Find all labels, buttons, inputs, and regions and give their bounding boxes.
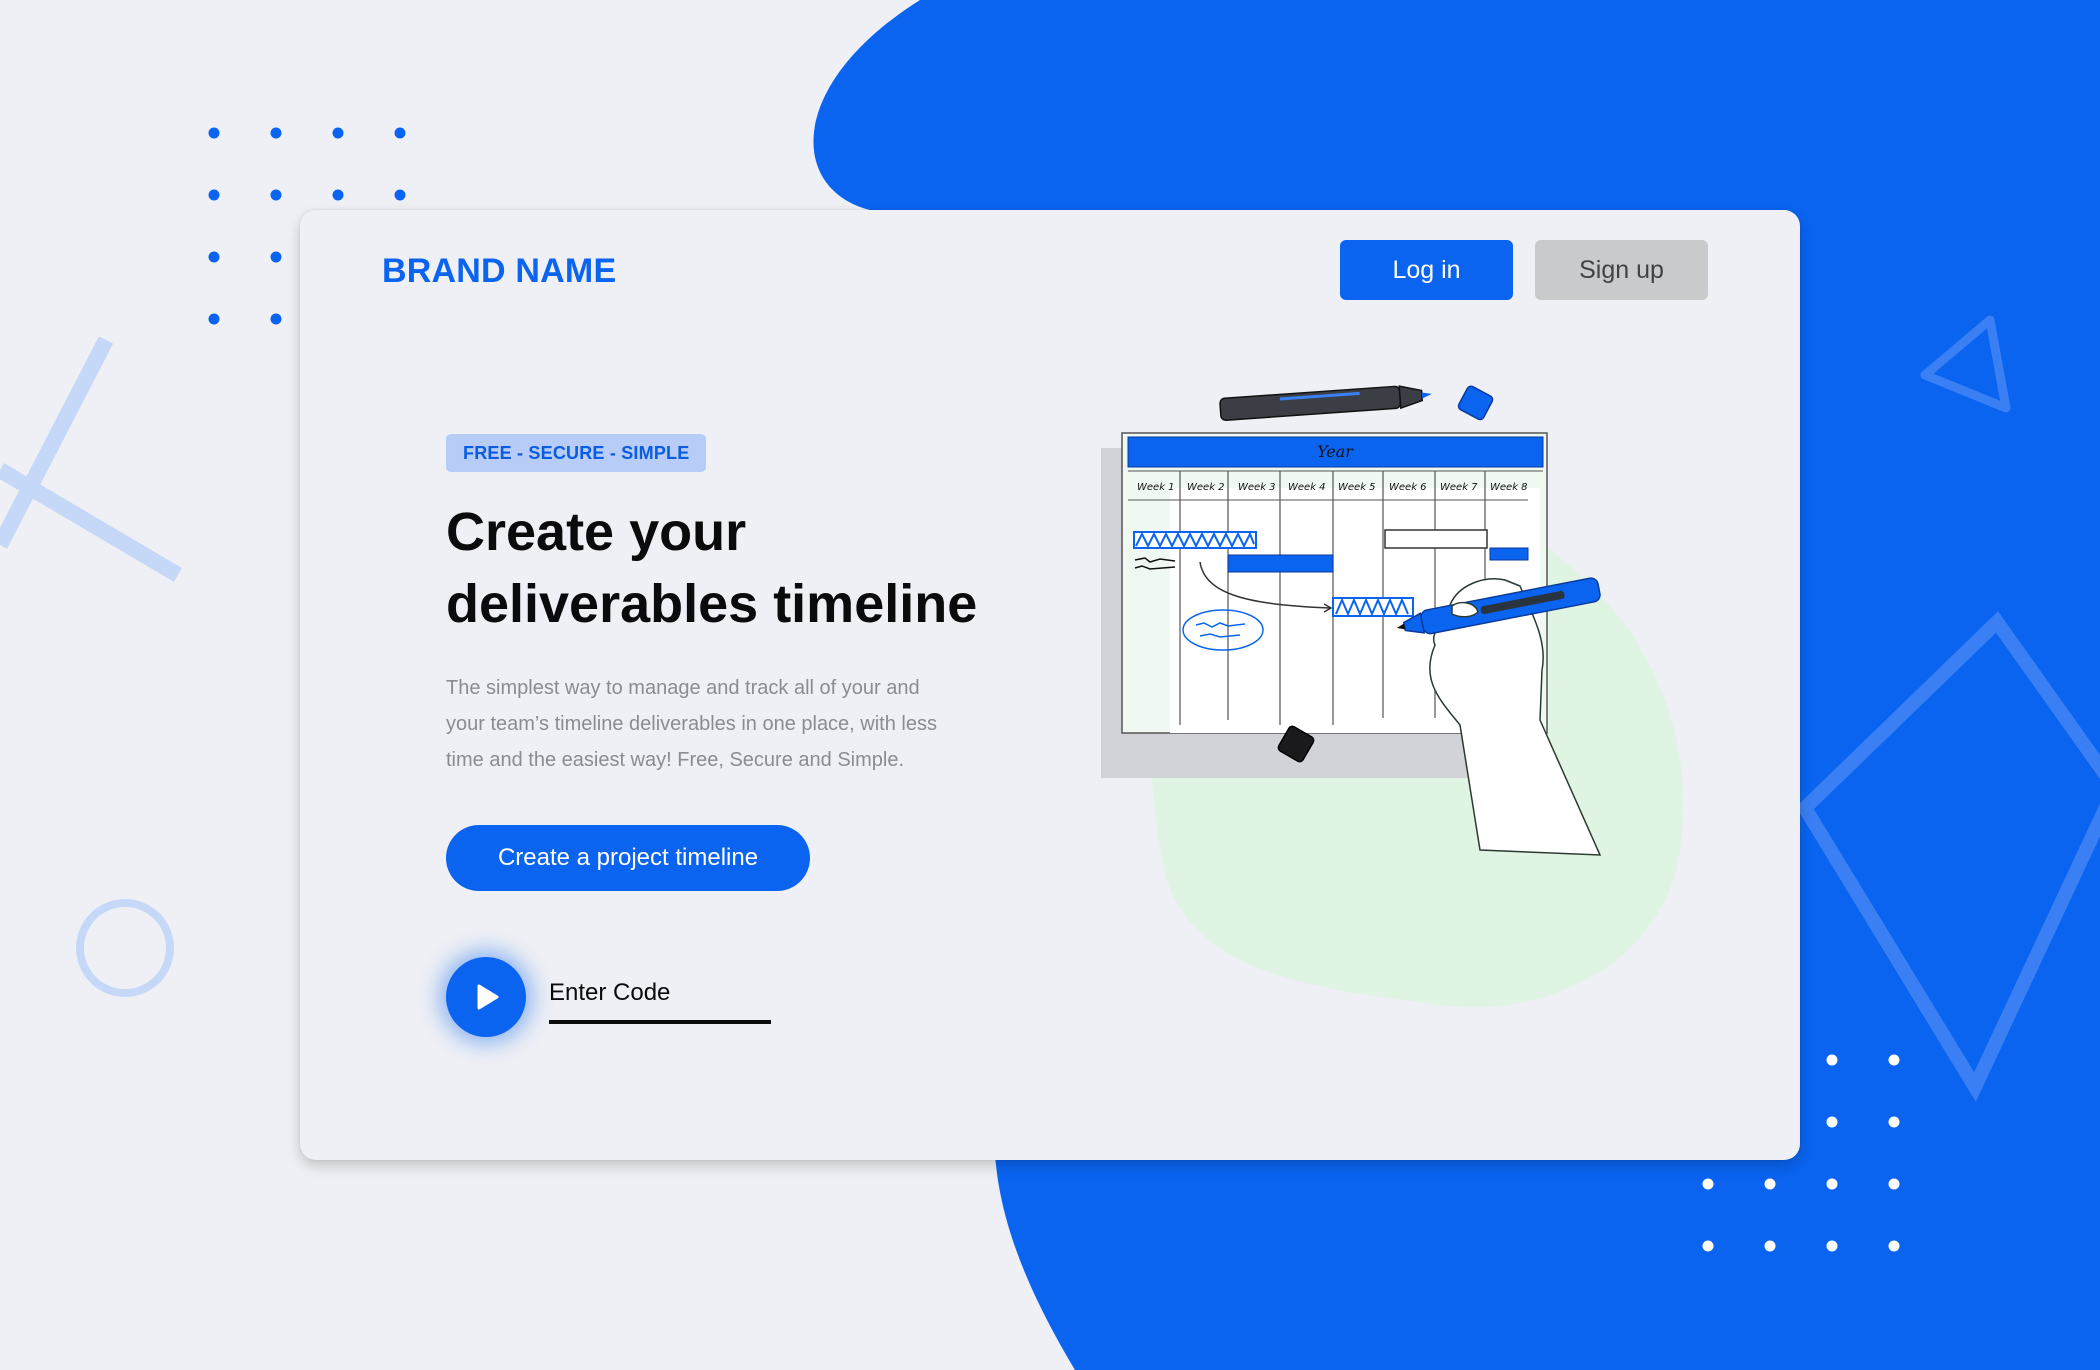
play-icon [477,984,499,1010]
week-label: Week 1 [1137,482,1175,493]
hero-headline-line: Create your [446,502,747,562]
week-label: Week 5 [1338,482,1376,493]
week-label: Week 7 [1440,482,1478,493]
small-blue-bar [1489,547,1529,561]
hero-description: The simplest way to manage and track all… [446,670,986,778]
blue-bar [1227,554,1334,573]
landing-card: BRAND NAME Log in Sign up FREE - SECURE … [300,210,1800,1160]
empty-bar [1384,529,1488,549]
timeline-illustration: Year Week 1 Week 2 Week 3 Week 4 Week 5 … [1101,385,1684,1008]
hero-headline: Create your deliverables timeline [446,496,1066,640]
week-label: Week 2 [1187,482,1225,493]
blue-cap [1457,385,1494,421]
week-label: Week 3 [1238,482,1276,493]
login-button[interactable]: Log in [1340,240,1513,300]
ring-shape [76,899,174,997]
hero-headline-line: deliverables timeline [446,574,978,634]
enter-code-input[interactable] [549,970,771,1016]
year-label: Year [1317,442,1354,461]
play-button[interactable] [446,957,526,1037]
week-label: Week 8 [1490,482,1528,493]
hero-description-line: your team’s timeline deliverables in one… [446,713,937,735]
signup-button[interactable]: Sign up [1535,240,1708,300]
feature-badge: FREE - SECURE - SIMPLE [446,434,707,472]
cross-shape [0,336,183,582]
enter-code-field [549,970,771,1024]
brand-logo[interactable]: BRAND NAME [382,252,616,291]
week-label: Week 4 [1288,482,1326,493]
create-timeline-button[interactable]: Create a project timeline [446,825,810,891]
week-label: Week 6 [1389,482,1427,493]
hero-description-line: The simplest way to manage and track all… [446,677,920,699]
hero-description-line: time and the easiest way! Free, Secure a… [446,749,905,771]
black-marker [1219,385,1432,422]
